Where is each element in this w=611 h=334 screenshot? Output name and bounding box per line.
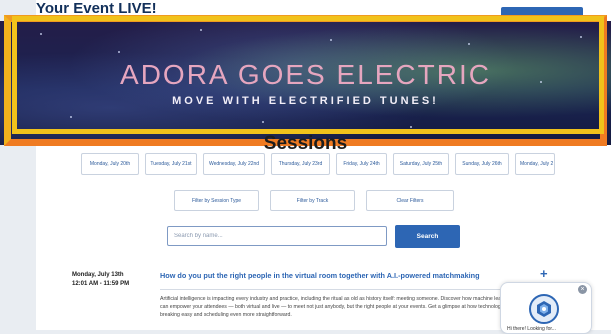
sessions-heading: Sessions [263, 133, 348, 154]
date-tab[interactable]: Sunday, July 26th [455, 153, 509, 175]
date-tab[interactable]: Monday, July 2 [515, 153, 555, 175]
filter-session-type-button[interactable]: Filter by Session Type [174, 190, 259, 211]
date-tab[interactable]: Friday, July 24th [336, 153, 387, 175]
expand-session-icon[interactable]: + [540, 266, 548, 281]
search-button[interactable]: Search [395, 225, 460, 248]
date-tab[interactable]: Saturday, July 25th [393, 153, 449, 175]
session-description: Artificial intelligence is impacting eve… [160, 296, 539, 318]
session-time: 12:01 AM - 11:59 PM [72, 281, 130, 287]
date-tab[interactable]: Thursday, July 23rd [271, 153, 330, 175]
highlight-frame-yellow [12, 16, 604, 134]
session-date: Monday, July 13th [72, 272, 124, 278]
date-tab[interactable]: Tuesday, July 21st [145, 153, 197, 175]
filter-track-button[interactable]: Filter by Track [270, 190, 355, 211]
date-tab[interactable]: Monday, July 20th [81, 153, 139, 175]
session-divider [160, 289, 553, 290]
date-tabs: Monday, July 20th Tuesday, July 21st Wed… [0, 153, 611, 181]
session-title[interactable]: How do you put the right people in the v… [160, 271, 480, 280]
chat-bot-icon[interactable] [529, 294, 559, 324]
chat-close-icon[interactable]: × [578, 285, 587, 294]
search-input[interactable] [167, 226, 387, 246]
date-tab[interactable]: Wednesday, July 22nd [203, 153, 265, 175]
clear-filters-button[interactable]: Clear Filters [366, 190, 454, 211]
chat-preview-text: Hi there! Looking for... [507, 326, 556, 332]
